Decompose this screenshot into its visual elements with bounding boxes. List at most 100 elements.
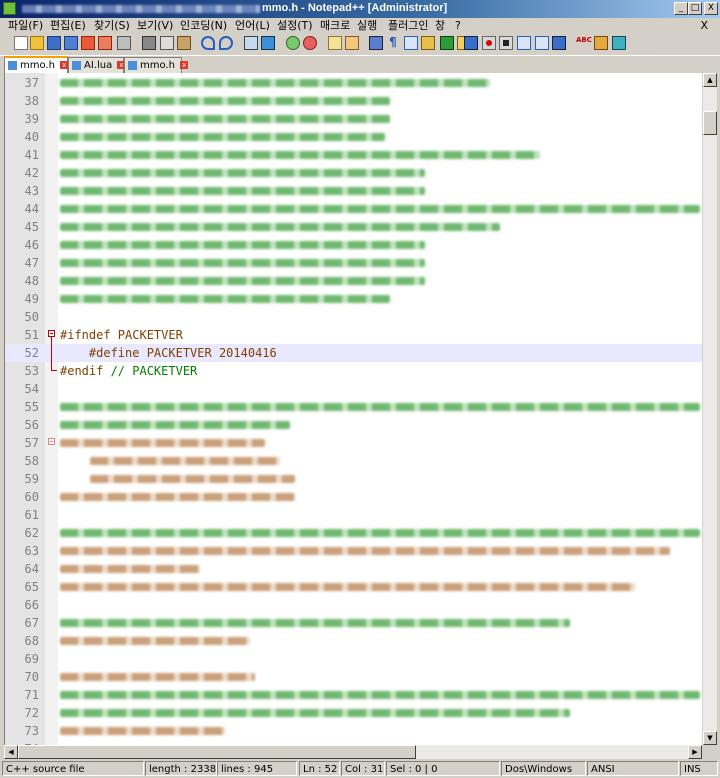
play-macro-icon[interactable] <box>517 36 531 50</box>
horizontal-scroll-thumb[interactable] <box>18 745 416 759</box>
word-wrap-icon[interactable] <box>369 36 383 50</box>
menu-help[interactable]: ? <box>455 18 461 34</box>
save-macro-icon[interactable] <box>552 36 566 50</box>
minimize-button[interactable]: _ <box>674 2 688 15</box>
record-macro-icon[interactable] <box>482 36 496 50</box>
code-line[interactable]: 59 <box>5 470 703 488</box>
save-icon[interactable] <box>47 36 61 50</box>
code-line[interactable]: 44 <box>5 200 703 218</box>
undo-icon[interactable] <box>201 36 215 50</box>
tab-mmo-h-2[interactable]: mmo.h x <box>124 57 189 73</box>
scroll-down-icon[interactable]: ▼ <box>703 731 717 745</box>
menu-plugins[interactable]: 플러그인 <box>388 18 428 34</box>
tab-close-icon[interactable]: x <box>60 61 69 69</box>
menu-run[interactable]: 실행 <box>357 18 377 34</box>
code-line[interactable]: 54 <box>5 380 703 398</box>
code-line[interactable]: 71 <box>5 686 703 704</box>
fold-toggle-icon[interactable] <box>48 438 55 445</box>
code-line[interactable]: 65 <box>5 578 703 596</box>
code-line[interactable]: 40 <box>5 128 703 146</box>
code-line[interactable]: 42 <box>5 164 703 182</box>
close-all-icon[interactable] <box>98 36 112 50</box>
vertical-scrollbar[interactable]: ▲ ▼ <box>702 73 717 745</box>
menu-language[interactable]: 언어(L) <box>235 18 270 34</box>
indent-guide-icon[interactable] <box>404 36 418 50</box>
code-line[interactable]: 48 <box>5 272 703 290</box>
code-line[interactable]: 51 #ifndef PACKETVER <box>5 326 703 344</box>
code-line[interactable]: 62 <box>5 524 703 542</box>
tab-ai-lua[interactable]: AI.lua x <box>68 57 126 73</box>
tab-close-icon[interactable]: x <box>180 61 189 69</box>
scroll-thumb[interactable] <box>703 111 717 135</box>
code-line[interactable]: 56 <box>5 416 703 434</box>
fold-toggle-icon[interactable] <box>48 330 55 337</box>
new-file-icon[interactable] <box>14 36 28 50</box>
code-line[interactable]: 37 <box>5 74 703 92</box>
notepad-plus-plus-icon[interactable] <box>3 2 16 15</box>
code-line[interactable]: 39 <box>5 110 703 128</box>
plugin-icon[interactable] <box>594 36 608 50</box>
horizontal-scrollbar[interactable]: ◀ ▶ <box>4 745 702 759</box>
code-line[interactable]: 72 <box>5 704 703 722</box>
code-line[interactable]: 63 <box>5 542 703 560</box>
zoom-out-icon[interactable] <box>303 36 317 50</box>
doc-map-icon[interactable] <box>440 36 454 50</box>
menu-window[interactable]: 창 <box>435 18 445 34</box>
sync-v-icon[interactable] <box>328 36 342 50</box>
code-line[interactable]: 41 <box>5 146 703 164</box>
code-line[interactable]: 68 <box>5 632 703 650</box>
code-line[interactable]: 69 <box>5 650 703 668</box>
scroll-left-icon[interactable]: ◀ <box>4 745 18 759</box>
copy-icon[interactable] <box>160 36 174 50</box>
code-line[interactable]: 49 <box>5 290 703 308</box>
save-all-icon[interactable] <box>64 36 78 50</box>
current-line[interactable]: 52 #define PACKETVER 20140416 <box>5 344 703 362</box>
code-editor[interactable]: 37 38 39 40 41 42 43 44 45 46 47 48 49 50 51 #ifndef PA… <box>4 73 703 745</box>
code-line[interactable]: 73 <box>5 722 703 740</box>
plugin2-icon[interactable] <box>612 36 626 50</box>
code-line[interactable]: 70 <box>5 668 703 686</box>
code-line[interactable]: 55 <box>5 398 703 416</box>
code-line[interactable]: 58 <box>5 452 703 470</box>
code-line[interactable]: 43 <box>5 182 703 200</box>
code-line[interactable]: 64 <box>5 560 703 578</box>
redo-icon[interactable] <box>219 36 233 50</box>
tab-mmo-h[interactable]: mmo.h x <box>4 56 69 74</box>
code-line[interactable]: 67 <box>5 614 703 632</box>
menu-view[interactable]: 보기(V) <box>137 18 173 34</box>
maximize-button[interactable]: □ <box>688 2 702 15</box>
code-line[interactable]: 46 <box>5 236 703 254</box>
code-line[interactable]: 38 <box>5 92 703 110</box>
find-icon[interactable] <box>244 36 258 50</box>
open-file-icon[interactable] <box>30 36 44 50</box>
code-line[interactable]: 66 <box>5 596 703 614</box>
show-all-chars-icon[interactable]: ¶ <box>386 36 400 50</box>
paste-icon[interactable] <box>177 36 191 50</box>
cut-icon[interactable] <box>142 36 156 50</box>
code-line[interactable]: 53 #endif // PACKETVER <box>5 362 703 380</box>
scroll-up-icon[interactable]: ▲ <box>703 73 717 87</box>
menu-macro[interactable]: 매크로 <box>320 18 350 34</box>
monitor-icon[interactable] <box>464 36 478 50</box>
menu-encoding[interactable]: 인코딩(N) <box>180 18 227 34</box>
code-line[interactable]: 45 <box>5 218 703 236</box>
stop-macro-icon[interactable] <box>499 36 513 50</box>
spell-check-icon[interactable]: ABC <box>576 36 592 50</box>
replace-icon[interactable] <box>261 36 275 50</box>
document-close-button[interactable]: X <box>700 19 708 32</box>
code-line[interactable]: 47 <box>5 254 703 272</box>
code-line[interactable]: 60 <box>5 488 703 506</box>
function-list-icon[interactable] <box>421 36 435 50</box>
run-macro-multiple-icon[interactable] <box>535 36 549 50</box>
menu-search[interactable]: 찾기(S) <box>94 18 130 34</box>
print-icon[interactable] <box>117 36 131 50</box>
close-button[interactable]: X <box>704 2 718 15</box>
close-icon[interactable] <box>81 36 95 50</box>
zoom-in-icon[interactable] <box>286 36 300 50</box>
menu-file[interactable]: 파일(F) <box>8 18 43 34</box>
code-line[interactable]: 50 <box>5 308 703 326</box>
code-line[interactable]: 61 <box>5 506 703 524</box>
menu-settings[interactable]: 설정(T) <box>277 18 313 34</box>
menu-edit[interactable]: 편집(E) <box>50 18 86 34</box>
scroll-right-icon[interactable]: ▶ <box>688 745 702 759</box>
